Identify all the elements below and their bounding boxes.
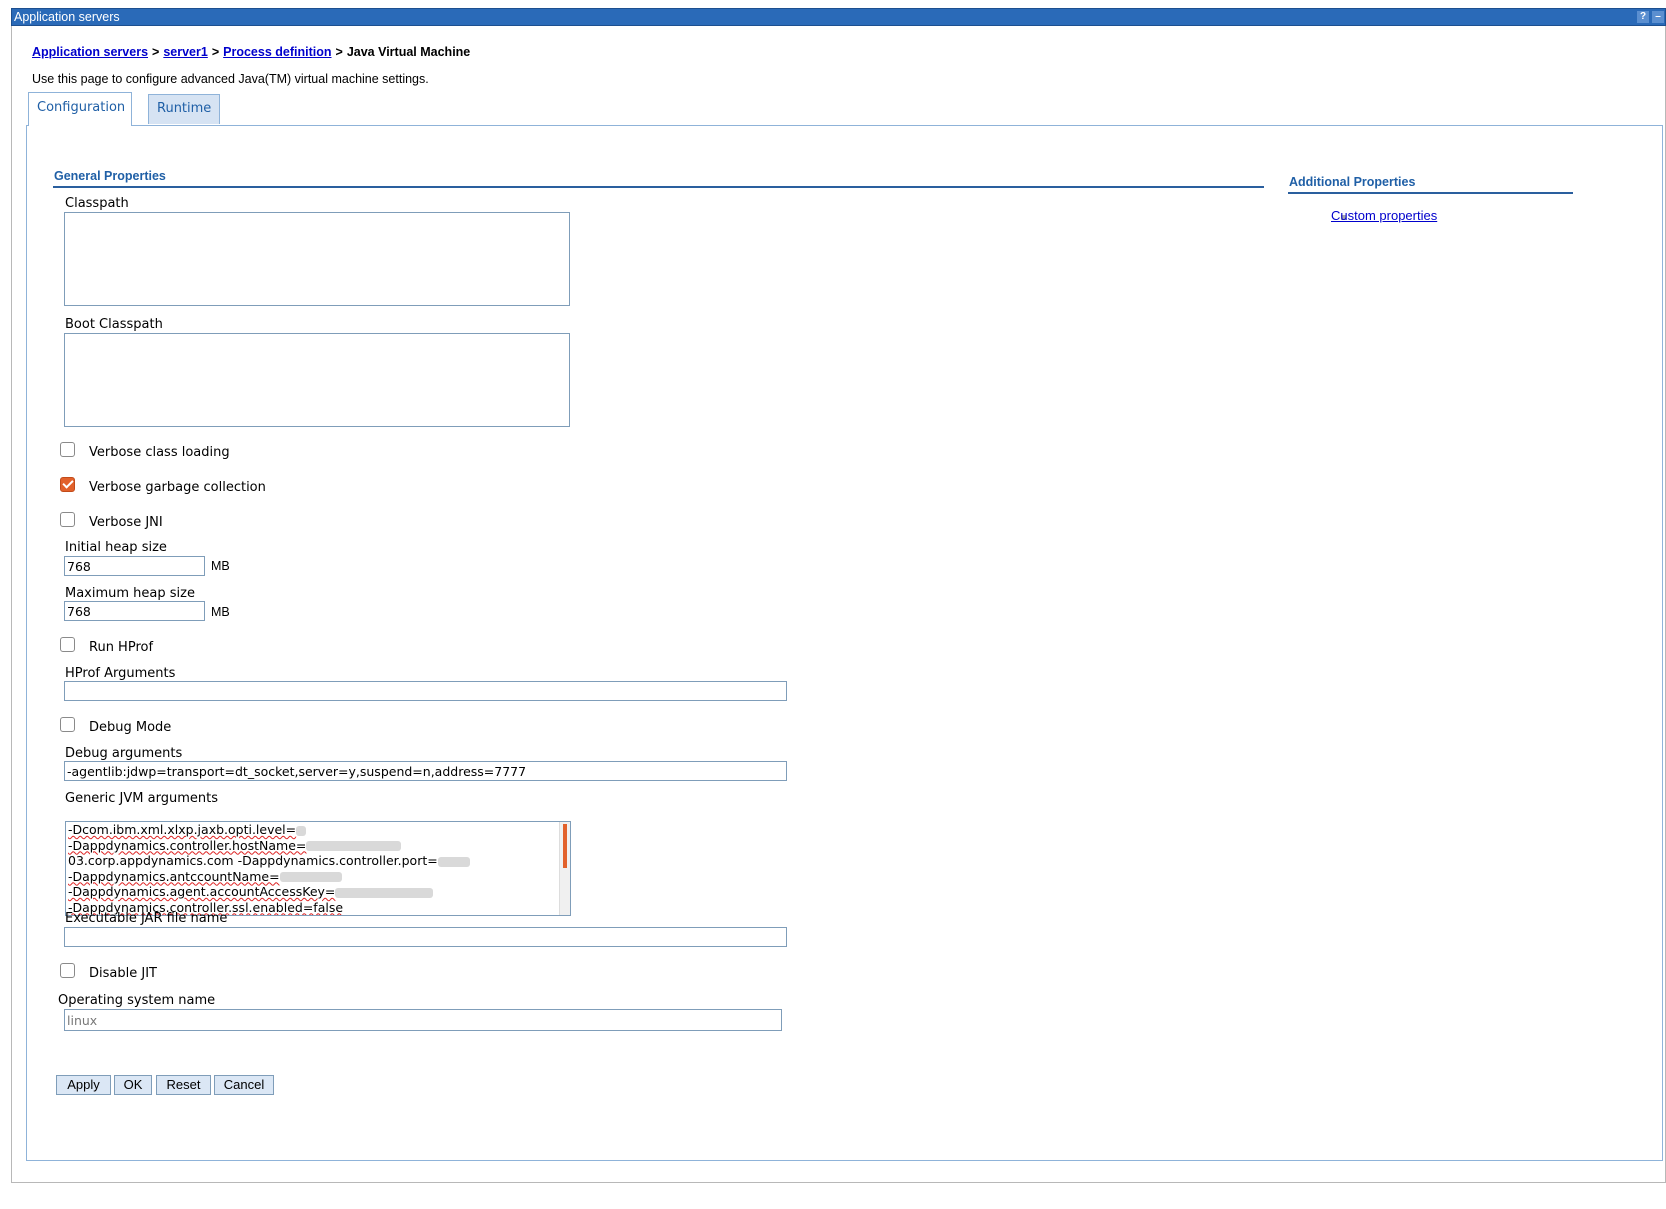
initial-heap-input[interactable] [64, 556, 205, 576]
breadcrumb: Application servers > server1 > Process defi… [32, 45, 470, 59]
os-name-input[interactable] [64, 1009, 782, 1031]
breadcrumb-link-application-servers[interactable]: Application servers [32, 45, 148, 59]
general-properties-title: General Properties [54, 169, 166, 183]
boot-classpath-label: Boot Classpath [65, 317, 163, 332]
exec-jar-label: Executable JAR file name [65, 911, 228, 926]
debug-args-input[interactable] [64, 761, 787, 781]
initial-heap-unit: MB [211, 559, 230, 573]
disable-jit-checkbox[interactable] [60, 963, 75, 978]
custom-properties-link[interactable]: Custom properties [1331, 208, 1437, 223]
verbose-jni-label: Verbose JNI [89, 515, 163, 530]
additional-properties-title: Additional Properties [1289, 175, 1416, 189]
page-description: Use this page to configure advanced Java… [32, 72, 429, 86]
max-heap-unit: MB [211, 605, 230, 619]
reset-button[interactable]: Reset [156, 1075, 211, 1095]
verbose-class-loading-checkbox[interactable] [60, 442, 75, 457]
breadcrumb-link-process-definition[interactable]: Process definition [223, 45, 331, 59]
additional-links: Custom properties [1331, 205, 1437, 224]
hprof-args-input[interactable] [64, 681, 787, 701]
jvm-arg-line: -Dappdynamics.agent.accountAccessKey= [66, 884, 570, 900]
classpath-textarea[interactable] [64, 212, 570, 306]
generic-jvm-label: Generic JVM arguments [65, 791, 218, 806]
max-heap-label: Maximum heap size [65, 586, 195, 601]
minimize-icon[interactable]: – [1652, 11, 1664, 23]
max-heap-input[interactable] [64, 601, 205, 621]
jvm-scrollbar-thumb[interactable] [563, 824, 567, 868]
verbose-gc-checkbox[interactable] [60, 477, 75, 492]
general-properties-rule [53, 186, 1264, 188]
jvm-arg-line: -Dappdynamics.antccountName= [66, 869, 570, 885]
breadcrumb-separator: > [335, 45, 343, 59]
additional-properties-rule [1288, 192, 1573, 194]
ok-button[interactable]: OK [114, 1075, 152, 1095]
apply-button[interactable]: Apply [56, 1075, 111, 1095]
breadcrumb-separator: > [152, 45, 160, 59]
jvm-arg-line: 03.corp.appdynamics.com -Dappdynamics.co… [66, 853, 570, 869]
debug-mode-label: Debug Mode [89, 720, 172, 735]
debug-args-label: Debug arguments [65, 746, 183, 761]
verbose-class-loading-label: Verbose class loading [89, 445, 230, 460]
run-hprof-label: Run HProf [89, 640, 154, 655]
breadcrumb-link-server1[interactable]: server1 [163, 45, 208, 59]
jvm-arg-line: -Dcom.ibm.xml.xlxp.jaxb.opti.level= [66, 822, 570, 838]
jvm-arg-line: -Dappdynamics.controller.hostName= [66, 838, 570, 854]
classpath-label: Classpath [65, 196, 129, 211]
cancel-button[interactable]: Cancel [214, 1075, 274, 1095]
debug-mode-checkbox[interactable] [60, 717, 75, 732]
hprof-args-label: HProf Arguments [65, 666, 176, 681]
breadcrumb-current: Java Virtual Machine [346, 45, 471, 59]
run-hprof-checkbox[interactable] [60, 637, 75, 652]
window-title: Application servers [14, 10, 120, 24]
tab-configuration[interactable]: Configuration [28, 92, 132, 126]
breadcrumb-separator: > [211, 45, 220, 59]
help-icon[interactable]: ? [1637, 11, 1649, 23]
os-name-label: Operating system name [58, 993, 216, 1008]
verbose-gc-label: Verbose garbage collection [89, 480, 266, 495]
window-titlebar: Application servers ? – [11, 8, 1666, 26]
verbose-jni-checkbox[interactable] [60, 512, 75, 527]
exec-jar-input[interactable] [64, 927, 787, 947]
boot-classpath-textarea[interactable] [64, 333, 570, 427]
generic-jvm-textarea[interactable]: -Dcom.ibm.xml.xlxp.jaxb.opti.level= -Dap… [65, 821, 571, 916]
initial-heap-label: Initial heap size [65, 540, 167, 555]
jvm-scrollbar[interactable] [559, 822, 570, 915]
tab-runtime[interactable]: Runtime [148, 94, 220, 124]
disable-jit-label: Disable JIT [89, 966, 157, 981]
